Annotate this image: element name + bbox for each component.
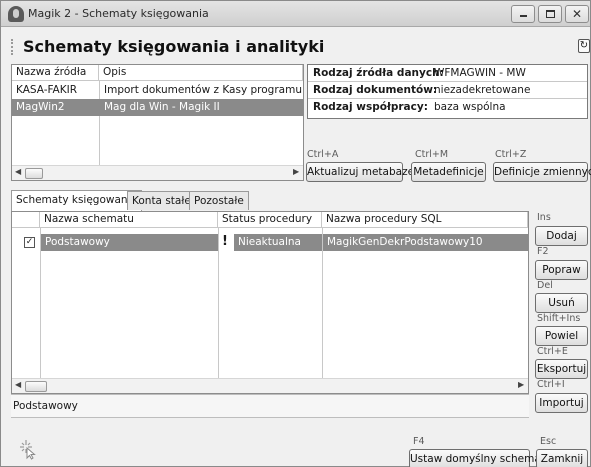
table-row[interactable]: KASA-FAKIR Import dokumentów z Kasy prog… <box>12 82 303 99</box>
duplicate-button[interactable]: Powiel <box>535 326 588 346</box>
horizontal-scrollbar[interactable]: ◀ ▶ <box>12 378 528 393</box>
page-title: Schematy księgowania i analityki <box>23 37 325 56</box>
variable-definitions-button[interactable]: Definicje zmiennych <box>493 162 591 182</box>
doc-type-value: niezadekretowane <box>434 84 531 96</box>
shortcut-hint: Ctrl+I <box>537 379 565 390</box>
scroll-right-icon[interactable]: ▶ <box>293 167 299 176</box>
procedure-status: Nieaktualna <box>234 234 322 251</box>
tab-other[interactable]: Pozostałe <box>189 191 249 210</box>
source-type-label: Rodzaj źródła danych: <box>313 67 444 79</box>
table-row-selected[interactable]: MagWin2 Mag dla Win - Magik II <box>12 99 303 116</box>
column-header-status[interactable]: Status procedury <box>218 212 322 228</box>
schemes-table: Nazwa schematu Status procedury Nazwa pr… <box>11 211 529 394</box>
update-metabase-button[interactable]: Aktualizuj metabazę <box>306 162 414 182</box>
warning-exclamation-icon: ! <box>222 234 228 249</box>
main-window: Magik 2 - Schematy księgowania ✕ Schemat… <box>0 0 591 467</box>
shortcut-hint: Ctrl+M <box>415 149 449 160</box>
shortcut-hint: Esc <box>540 436 557 447</box>
scrollbar-thumb[interactable] <box>25 381 47 392</box>
import-button[interactable]: Importuj <box>535 393 588 413</box>
tab-posting-schemes[interactable]: Schematy księgowania <box>11 190 142 211</box>
shortcut-hint: Ctrl+E <box>537 346 568 357</box>
title-bar[interactable]: Magik 2 - Schematy księgowania ✕ <box>1 1 590 27</box>
shortcut-hint: Ctrl+Z <box>495 149 527 160</box>
selected-scheme-status: Podstawowy <box>11 394 529 418</box>
scroll-left-icon[interactable]: ◀ <box>15 167 21 176</box>
column-header-description[interactable]: Opis <box>99 65 303 81</box>
shortcut-hint: Ins <box>537 212 551 223</box>
add-button[interactable]: Dodaj <box>535 226 588 246</box>
metadefinitions-button[interactable]: Metadefinicje <box>411 162 486 182</box>
sql-procedure-name: MagikGenDekrPodstawowy10 <box>323 234 528 251</box>
refresh-icon[interactable]: ↻ <box>578 39 590 53</box>
scrollbar-thumb[interactable] <box>25 168 43 179</box>
column-header-check <box>12 212 40 228</box>
window-title: Magik 2 - Schematy księgowania <box>28 7 209 20</box>
source-details: Rodzaj źródła danych: WFMAGWIN - MW Rodz… <box>307 64 588 119</box>
magic-wand-icon <box>17 438 39 460</box>
column-header-sql-procedure[interactable]: Nazwa procedury SQL <box>322 212 528 228</box>
close-icon: ✕ <box>572 7 583 21</box>
source-description: Mag dla Win - Magik II <box>104 101 220 113</box>
shortcut-hint: F4 <box>413 436 425 447</box>
minimize-button[interactable] <box>511 5 535 23</box>
maximize-icon <box>546 10 555 18</box>
table-row-selected[interactable]: ✓ Podstawowy ! Nieaktualna MagikGenDekrP… <box>12 234 528 251</box>
detail-row-source-type: Rodzaj źródła danych: WFMAGWIN - MW <box>308 65 587 82</box>
scroll-left-icon[interactable]: ◀ <box>15 380 21 389</box>
maximize-button[interactable] <box>538 5 562 23</box>
scheme-name: Podstawowy <box>41 234 218 251</box>
source-type-value: WFMAGWIN - MW <box>434 67 526 79</box>
shortcut-hint: Ctrl+A <box>307 149 339 160</box>
detail-row-cooperation: Rodzaj współpracy: baza wspólna <box>308 99 587 116</box>
app-logo-icon <box>8 6 24 22</box>
shortcut-hint: Del <box>537 280 553 291</box>
source-name: MagWin2 <box>16 101 65 113</box>
shortcut-hint: Shift+Ins <box>537 313 581 324</box>
scroll-right-icon[interactable]: ▶ <box>518 380 524 389</box>
toolbar-grip-icon <box>11 39 14 55</box>
horizontal-scrollbar[interactable]: ◀ ▶ <box>12 165 303 180</box>
tab-fixed-accounts[interactable]: Konta stałe <box>127 191 196 210</box>
coop-label: Rodzaj współpracy: <box>313 101 428 113</box>
close-dialog-button[interactable]: Zamknij <box>536 449 588 467</box>
source-description: Import dokumentów z Kasy programu WF-Fak… <box>104 84 303 96</box>
scheme-checkbox[interactable]: ✓ <box>24 237 35 248</box>
column-header-source-name[interactable]: Nazwa źródła <box>12 65 99 81</box>
minimize-icon <box>520 15 527 17</box>
coop-value: baza wspólna <box>434 101 506 113</box>
export-button[interactable]: Eksportuj <box>535 359 588 379</box>
doc-type-label: Rodzaj dokumentów: <box>313 84 438 96</box>
close-button[interactable]: ✕ <box>565 5 589 23</box>
detail-row-doc-type: Rodzaj dokumentów: niezadekretowane <box>308 82 587 99</box>
source-name: KASA-FAKIR <box>16 84 78 96</box>
edit-button[interactable]: Popraw <box>535 260 588 280</box>
delete-button[interactable]: Usuń <box>535 293 588 313</box>
sources-table: Nazwa źródła Opis KASA-FAKIR Import doku… <box>11 64 304 181</box>
shortcut-hint: F2 <box>537 246 549 257</box>
set-default-scheme-button[interactable]: Ustaw domyślny schemat <box>409 449 545 467</box>
column-header-scheme-name[interactable]: Nazwa schematu <box>40 212 218 228</box>
status-text: Podstawowy <box>13 400 78 412</box>
